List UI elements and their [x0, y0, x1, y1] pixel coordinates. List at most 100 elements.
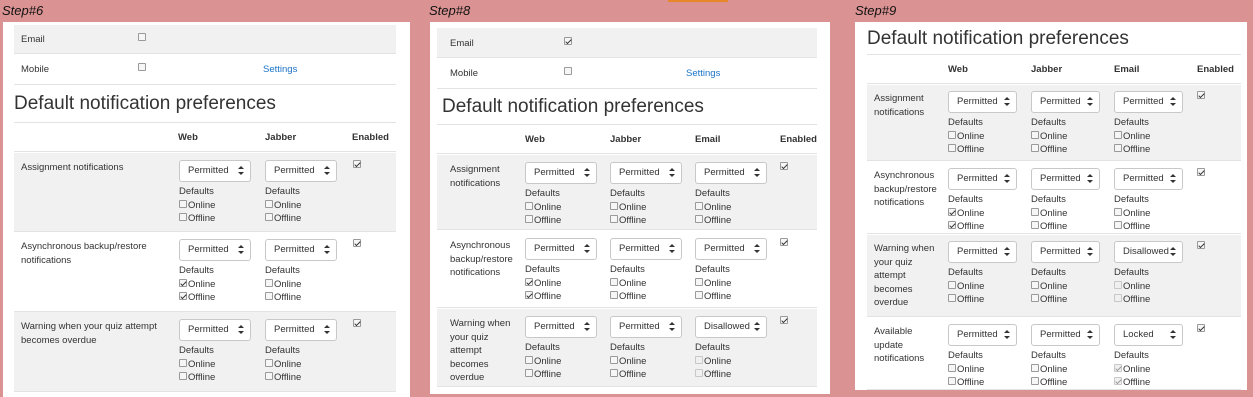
offline-option[interactable]: Offline	[1031, 220, 1067, 234]
offline-checkbox[interactable]	[1031, 221, 1039, 230]
online-checkbox[interactable]	[610, 201, 618, 210]
offline-checkbox[interactable]	[525, 215, 533, 224]
offline-checkbox[interactable]	[948, 221, 956, 230]
online-option[interactable]: Online	[695, 277, 731, 291]
email-permission-select[interactable]: Permitted	[1114, 168, 1183, 190]
offline-option[interactable]: Offline	[525, 214, 561, 228]
online-option[interactable]: Online	[179, 278, 215, 292]
jabber-permission-select[interactable]: Permitted	[265, 239, 337, 261]
web-permission-select[interactable]: Permitted	[948, 91, 1017, 113]
online-option[interactable]: Online	[265, 358, 301, 372]
offline-checkbox[interactable]	[948, 144, 956, 153]
settings-link[interactable]: Settings	[686, 67, 720, 81]
offline-option[interactable]: Offline	[948, 293, 984, 307]
offline-checkbox[interactable]	[265, 372, 273, 381]
offline-option[interactable]: Offline	[179, 212, 215, 226]
jabber-permission-select[interactable]: Permitted	[1031, 324, 1100, 346]
email-permission-select[interactable]: Permitted	[1114, 91, 1183, 113]
offline-checkbox[interactable]	[1114, 221, 1122, 230]
offline-checkbox[interactable]	[179, 292, 187, 301]
email-permission-select[interactable]: Locked	[1114, 324, 1183, 346]
offline-checkbox[interactable]	[1031, 294, 1039, 303]
offline-option[interactable]: Offline	[610, 368, 646, 382]
online-option[interactable]: Online	[179, 199, 215, 213]
enabled-checkbox[interactable]	[780, 236, 788, 250]
online-option[interactable]: Online	[610, 277, 646, 291]
offline-option[interactable]: Offline	[179, 371, 215, 385]
email-processor-checkbox[interactable]	[138, 31, 146, 45]
online-option[interactable]: Online	[1031, 130, 1067, 144]
online-option[interactable]: Online	[948, 280, 984, 294]
online-checkbox[interactable]	[179, 199, 187, 208]
enabled-checkbox[interactable]	[1197, 166, 1205, 180]
online-option[interactable]: Online	[525, 277, 561, 291]
offline-option[interactable]: Offline	[265, 291, 301, 305]
online-checkbox[interactable]	[1031, 363, 1039, 372]
web-permission-select[interactable]: Permitted	[179, 319, 251, 341]
email-permission-select[interactable]: Permitted	[695, 238, 767, 260]
offline-checkbox[interactable]	[1031, 377, 1039, 386]
offline-option[interactable]: Offline	[695, 214, 731, 228]
enabled-checkbox[interactable]	[1197, 239, 1205, 253]
online-checkbox[interactable]	[695, 201, 703, 210]
web-permission-select[interactable]: Permitted	[948, 168, 1017, 190]
web-permission-select[interactable]: Permitted	[525, 162, 597, 184]
offline-option[interactable]: Offline	[1114, 143, 1150, 157]
online-option[interactable]: Online	[1031, 280, 1067, 294]
offline-option[interactable]: Offline	[1031, 376, 1067, 390]
email-permission-select[interactable]: Disallowed	[1114, 241, 1183, 263]
offline-option[interactable]: Offline	[1114, 220, 1150, 234]
offline-option[interactable]: Offline	[695, 290, 731, 304]
web-permission-select[interactable]: Permitted	[179, 160, 251, 182]
online-checkbox[interactable]	[265, 199, 273, 208]
offline-option[interactable]: Offline	[525, 290, 561, 304]
enabled-checkbox[interactable]	[353, 317, 361, 331]
enabled-checkbox[interactable]	[780, 314, 788, 328]
offline-checkbox[interactable]	[525, 369, 533, 378]
online-checkbox[interactable]	[1114, 207, 1122, 216]
offline-checkbox[interactable]	[265, 213, 273, 222]
online-checkbox[interactable]	[525, 355, 533, 364]
enabled-checkbox[interactable]	[353, 237, 361, 251]
online-checkbox[interactable]	[179, 278, 187, 287]
web-permission-select[interactable]: Permitted	[948, 324, 1017, 346]
offline-option[interactable]: Offline	[265, 212, 301, 226]
online-checkbox[interactable]	[525, 277, 533, 286]
online-option[interactable]: Online	[610, 201, 646, 215]
email-permission-select[interactable]: Permitted	[695, 162, 767, 184]
online-checkbox[interactable]	[1114, 130, 1122, 139]
online-checkbox[interactable]	[948, 363, 956, 372]
online-option[interactable]: Online	[610, 355, 646, 369]
jabber-permission-select[interactable]: Permitted	[1031, 241, 1100, 263]
web-permission-select[interactable]: Permitted	[948, 241, 1017, 263]
offline-option[interactable]: Offline	[179, 291, 215, 305]
online-option[interactable]: Online	[525, 355, 561, 369]
jabber-permission-select[interactable]: Permitted	[265, 319, 337, 341]
jabber-permission-select[interactable]: Permitted	[1031, 91, 1100, 113]
offline-option[interactable]: Offline	[610, 290, 646, 304]
online-option[interactable]: Online	[1031, 207, 1067, 221]
offline-checkbox[interactable]	[610, 215, 618, 224]
jabber-permission-select[interactable]: Permitted	[610, 162, 682, 184]
online-option[interactable]: Online	[265, 199, 301, 213]
jabber-permission-select[interactable]: Permitted	[610, 316, 682, 338]
online-checkbox[interactable]	[1031, 130, 1039, 139]
offline-checkbox[interactable]	[610, 369, 618, 378]
online-option[interactable]: Online	[695, 201, 731, 215]
online-checkbox[interactable]	[265, 358, 273, 367]
mobile-processor-checkbox[interactable]	[138, 61, 146, 75]
enabled-checkbox[interactable]	[1197, 322, 1205, 336]
jabber-permission-select[interactable]: Permitted	[610, 238, 682, 260]
online-option[interactable]: Online	[525, 201, 561, 215]
mobile-processor-checkbox[interactable]	[564, 65, 572, 79]
online-checkbox[interactable]	[948, 130, 956, 139]
email-permission-select[interactable]: Disallowed	[695, 316, 767, 338]
email-processor-checkbox[interactable]	[564, 35, 572, 49]
enabled-checkbox[interactable]	[353, 158, 361, 172]
web-permission-select[interactable]: Permitted	[525, 238, 597, 260]
offline-checkbox[interactable]	[695, 291, 703, 300]
offline-checkbox[interactable]	[265, 292, 273, 301]
offline-checkbox[interactable]	[179, 213, 187, 222]
offline-checkbox[interactable]	[948, 294, 956, 303]
enabled-checkbox[interactable]	[780, 160, 788, 174]
